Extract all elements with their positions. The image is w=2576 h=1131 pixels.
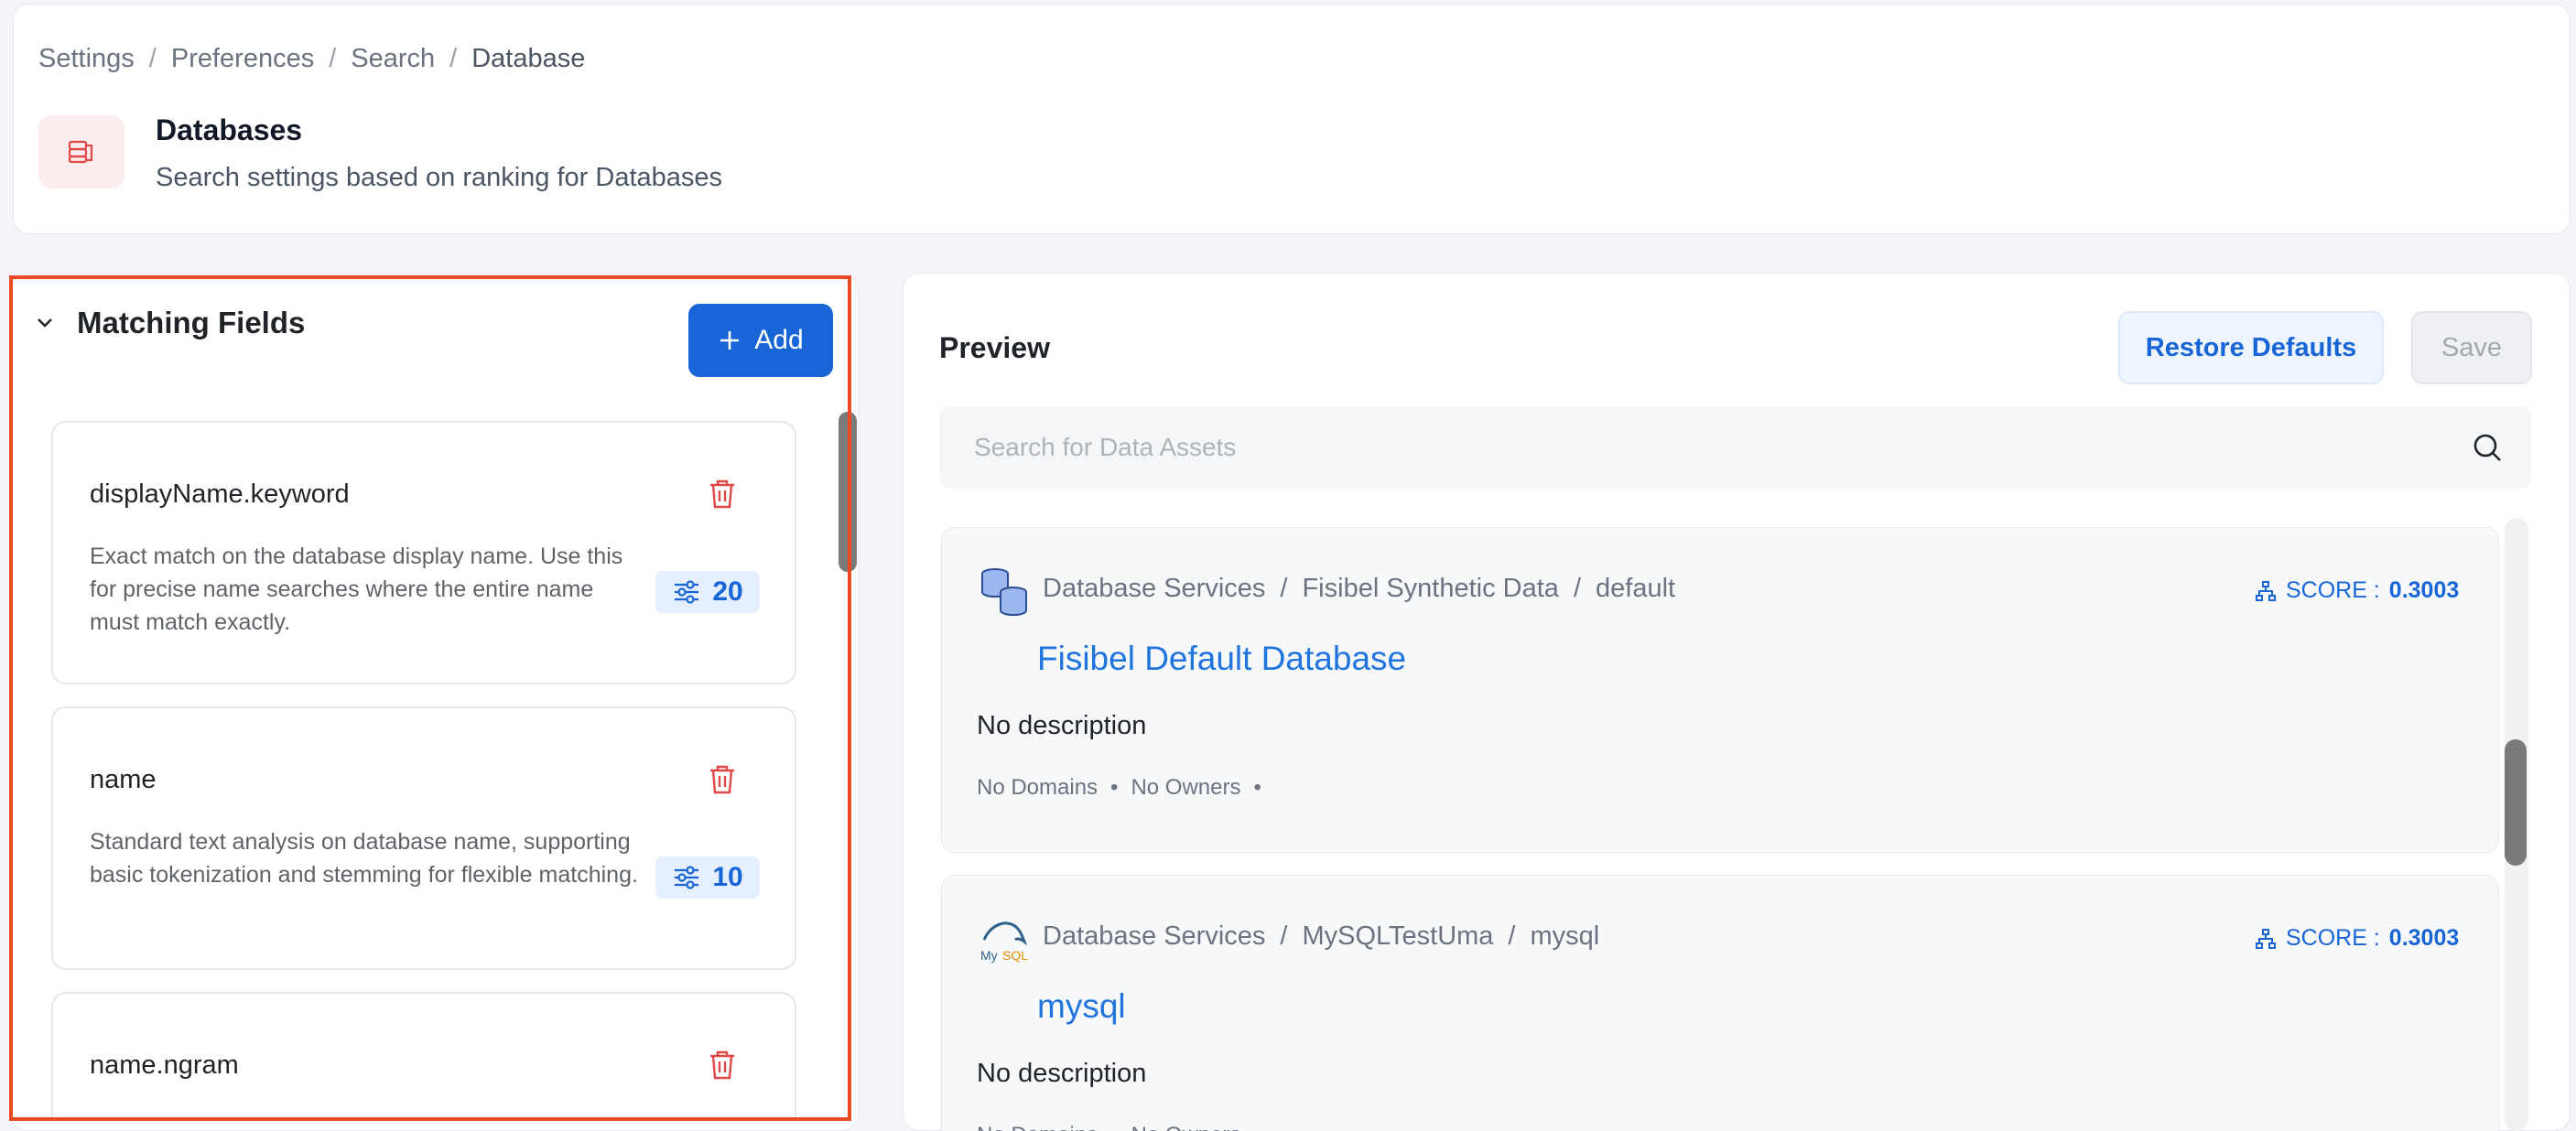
field-weight-badge[interactable]: 10 bbox=[655, 856, 760, 899]
field-description: Standard text analysis on database name,… bbox=[90, 829, 638, 888]
result-path-segment[interactable]: Database Services bbox=[1043, 574, 1265, 604]
result-owners: No Owners bbox=[1131, 1123, 1240, 1131]
result-description: No description bbox=[977, 711, 1147, 740]
breadcrumb: Settings / Preferences / Search / Databa… bbox=[38, 44, 585, 74]
field-name: name.ngram bbox=[90, 1050, 239, 1080]
sliders-icon bbox=[675, 580, 699, 604]
result-path-segment[interactable]: MySQLTestUma bbox=[1302, 921, 1493, 952]
add-field-button[interactable]: Add bbox=[688, 304, 833, 377]
score-value: 0.3003 bbox=[2388, 577, 2460, 603]
field-weight-value: 10 bbox=[712, 862, 743, 892]
restore-defaults-button[interactable]: Restore Defaults bbox=[2118, 311, 2384, 384]
trash-icon[interactable] bbox=[707, 763, 738, 796]
database-stack-icon bbox=[981, 568, 1027, 617]
field-name: name bbox=[90, 765, 157, 794]
result-owners: No Owners bbox=[1131, 775, 1241, 800]
field-name: displayName.keyword bbox=[90, 479, 350, 509]
result-title[interactable]: Fisibel Default Database bbox=[1037, 640, 1406, 678]
field-description: Exact match on the database display name… bbox=[90, 544, 623, 635]
left-scrollbar[interactable] bbox=[839, 412, 857, 572]
result-path-segment[interactable]: Fisibel Synthetic Data bbox=[1302, 574, 1558, 604]
svg-text:My: My bbox=[980, 948, 998, 963]
result-meta: No Domains • No Owners bbox=[977, 1123, 1241, 1131]
page-subtitle: Search settings based on ranking for Dat… bbox=[156, 163, 723, 192]
result-meta: No Domains • No Owners • bbox=[977, 775, 1261, 801]
result-description: No description bbox=[977, 1059, 1147, 1088]
result-domains: No Domains bbox=[977, 775, 1099, 800]
svg-text:SQL: SQL bbox=[1002, 948, 1028, 963]
search-result-card[interactable]: My SQL Database Services / MySQLTestUma / … bbox=[941, 875, 2499, 1131]
field-card: name.ngram bbox=[51, 992, 796, 1120]
meta-separator-dot: • bbox=[1253, 775, 1261, 800]
result-score: SCORE : 0.3003 bbox=[2255, 577, 2459, 604]
result-breadcrumb: Database Services / MySQLTestUma / mysql bbox=[1043, 921, 1599, 952]
field-weight-badge[interactable]: 20 bbox=[655, 571, 760, 613]
page-title: Databases bbox=[156, 113, 303, 146]
breadcrumb-separator: / bbox=[449, 44, 458, 73]
sliders-icon bbox=[675, 866, 699, 889]
result-domains: No Domains bbox=[977, 1123, 1098, 1131]
score-value: 0.3003 bbox=[2388, 925, 2460, 951]
path-separator: / bbox=[1280, 574, 1288, 603]
search-input[interactable] bbox=[974, 406, 2439, 489]
result-path-segment[interactable]: mysql bbox=[1530, 921, 1599, 952]
trash-icon[interactable] bbox=[707, 1049, 738, 1082]
matching-fields-title: Matching Fields bbox=[77, 306, 306, 339]
hierarchy-icon bbox=[2256, 928, 2276, 949]
result-path-segment[interactable]: default bbox=[1596, 574, 1675, 604]
page-header bbox=[13, 4, 2571, 234]
breadcrumb-database: Database bbox=[471, 44, 586, 73]
mysql-logo-icon: My SQL bbox=[980, 921, 1028, 963]
breadcrumb-preferences[interactable]: Preferences bbox=[171, 44, 314, 74]
result-title[interactable]: mysql bbox=[1037, 987, 1126, 1026]
path-separator: / bbox=[1508, 921, 1516, 951]
result-path-segment[interactable]: Database Services bbox=[1043, 921, 1265, 952]
plus-icon bbox=[720, 331, 740, 350]
preview-title: Preview bbox=[939, 331, 1050, 364]
meta-separator-dot: • bbox=[1110, 1123, 1118, 1131]
search-bar bbox=[939, 406, 2532, 489]
breadcrumb-search[interactable]: Search bbox=[351, 44, 435, 74]
score-label: SCORE : bbox=[2286, 925, 2380, 951]
field-card: name Standard text analysis on database … bbox=[51, 706, 796, 970]
field-weight-value: 20 bbox=[712, 576, 743, 607]
trash-icon[interactable] bbox=[707, 478, 738, 511]
field-card: displayName.keyword Exact match on the d… bbox=[51, 421, 796, 684]
preview-scrollbar-thumb[interactable] bbox=[2505, 739, 2527, 866]
path-separator: / bbox=[1280, 921, 1288, 951]
hierarchy-icon bbox=[2256, 580, 2276, 601]
meta-separator-dot: • bbox=[1110, 775, 1119, 800]
score-label: SCORE : bbox=[2286, 577, 2380, 603]
path-separator: / bbox=[1573, 574, 1581, 603]
search-result-card[interactable]: Database Services / Fisibel Synthetic Dat… bbox=[941, 527, 2499, 853]
add-field-label: Add bbox=[754, 325, 804, 355]
chevron-down-icon[interactable] bbox=[33, 311, 57, 335]
save-button[interactable]: Save bbox=[2411, 311, 2532, 384]
search-icon[interactable] bbox=[2472, 432, 2503, 463]
result-score: SCORE : 0.3003 bbox=[2255, 925, 2459, 952]
breadcrumb-settings[interactable]: Settings bbox=[38, 44, 135, 74]
database-icon bbox=[38, 115, 124, 188]
breadcrumb-separator: / bbox=[148, 44, 157, 73]
result-breadcrumb: Database Services / Fisibel Synthetic Dat… bbox=[1043, 574, 1675, 604]
matching-fields-header[interactable]: Matching Fields bbox=[33, 306, 305, 340]
breadcrumb-separator: / bbox=[329, 44, 337, 73]
